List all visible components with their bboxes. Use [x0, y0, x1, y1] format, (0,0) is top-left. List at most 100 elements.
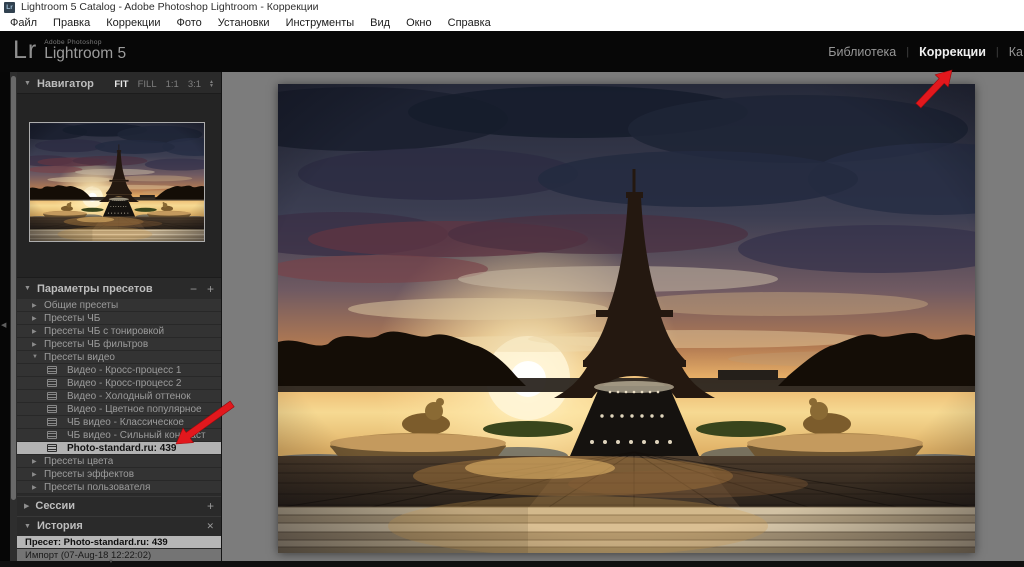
history-list: Пресет: Photo-standard.ru: 439Импорт (07… — [17, 536, 221, 562]
main-photo[interactable] — [278, 84, 975, 553]
history-panel-header[interactable]: ▼ История ✕ — [17, 516, 221, 535]
preset-label: Пресеты эффектов — [44, 469, 134, 480]
chevron-down-icon: ▼ — [24, 523, 31, 530]
history-step-row[interactable]: Импорт (07-Aug-18 12:22:02) — [17, 549, 221, 561]
preset-icon — [47, 431, 57, 439]
module-tab[interactable]: Библиотека — [828, 45, 896, 59]
preset-icon — [47, 405, 57, 413]
logo-lightroom5: Lightroom 5 — [44, 46, 126, 62]
menu-item[interactable]: Установки — [210, 15, 278, 31]
navigator-zoom-option[interactable]: 3:1 — [188, 79, 201, 90]
menu-item[interactable]: Окно — [398, 15, 440, 31]
history-title: История — [37, 520, 83, 532]
chevron-right-icon: ▶ — [32, 484, 41, 491]
module-tab[interactable]: Ка — [1009, 45, 1023, 59]
navigator-zoom-option[interactable]: FILL — [138, 79, 157, 90]
preset-label: Пресеты ЧБ — [44, 313, 100, 324]
preset-folder-row[interactable]: ▶Общие пресеты — [17, 299, 221, 312]
preset-folder-row[interactable]: ▶Пресеты ЧБ с тонировкой — [17, 325, 221, 338]
chevron-right-icon: ▶ — [32, 315, 41, 322]
scrollbar-thumb[interactable] — [11, 76, 16, 500]
preset-list: ▶Общие пресеты▶Пресеты ЧБ▶Пресеты ЧБ с т… — [17, 299, 221, 494]
left-panel-scrollbar[interactable] — [10, 72, 17, 567]
preset-label: Пресеты видео — [44, 352, 115, 363]
preset-label: Пресеты пользователя — [44, 482, 150, 493]
app-icon: Lr — [4, 2, 15, 13]
sessions-title: Сессии — [35, 500, 75, 512]
module-separator: | — [896, 46, 919, 58]
preset-item-row[interactable]: ЧБ видео - Сильный контраст — [17, 429, 221, 442]
preset-folder-row[interactable]: ▶Пресеты пользователя — [17, 481, 221, 494]
module-picker: Библиотека|Коррекции|Ка — [828, 31, 1024, 72]
lightroom-window: Lr Lightroom 5 Catalog - Adobe Photoshop… — [0, 0, 1024, 567]
module-separator: | — [986, 46, 1009, 58]
chevron-right-icon: ▶ — [32, 302, 41, 309]
add-preset-button[interactable]: + — [207, 282, 214, 296]
left-edge-strip: ◀ — [0, 72, 10, 567]
navigator-body — [17, 93, 221, 278]
presets-panel-header[interactable]: ▼ Параметры пресетов − + — [17, 279, 221, 298]
navigator-zoom-options: FIT FILL 1:1 3:1 — [105, 78, 201, 90]
identity-plate: Lr Adobe Photoshop Lightroom 5 — [13, 37, 126, 63]
sessions-panel-header[interactable]: ▶ Сессии + — [17, 496, 221, 515]
navigator-thumbnail[interactable] — [29, 122, 205, 242]
preset-label: Видео - Цветное популярное — [67, 404, 202, 415]
preset-folder-row[interactable]: ▶Пресеты ЧБ — [17, 312, 221, 325]
preset-icon — [47, 444, 57, 452]
menu-item[interactable]: Инструменты — [278, 15, 363, 31]
chevron-right-icon: ▶ — [32, 328, 41, 335]
preset-item-row[interactable]: Видео - Кросс-процесс 1 — [17, 364, 221, 377]
preset-label: Пресеты ЧБ с тонировкой — [44, 326, 164, 337]
left-panel: ▼ Навигатор FIT FILL 1:1 3:1 ▲▼ ▼ Параметры… — [17, 72, 222, 562]
navigator-panel-header[interactable]: ▼ Навигатор FITFILL1:13:1 ▲▼ — [17, 74, 221, 93]
preset-label: Видео - Холодный оттенок — [67, 391, 191, 402]
preset-label: Видео - Кросс-процесс 1 — [67, 365, 181, 376]
filmstrip-edge — [0, 561, 1024, 567]
menu-item[interactable]: Фото — [169, 15, 210, 31]
module-bar: Lr Adobe Photoshop Lightroom 5 Библиотек… — [0, 31, 1024, 72]
chevron-right-icon: ▶ — [32, 471, 41, 478]
menu-item[interactable]: Файл — [2, 15, 45, 31]
clear-history-icon[interactable]: ✕ — [206, 521, 214, 532]
chevron-down-icon: ▼ — [24, 285, 31, 292]
menu-item[interactable]: Правка — [45, 15, 98, 31]
preset-icon — [47, 392, 57, 400]
collapse-bottom-panel-icon[interactable]: ▼ — [108, 559, 114, 565]
title-bar: Lr Lightroom 5 Catalog - Adobe Photoshop… — [0, 0, 1024, 15]
menu-bar: ФайлПравкаКоррекцииФотоУстановкиИнструме… — [0, 15, 1024, 31]
lr-logo: Lr — [13, 37, 37, 63]
navigator-title: Навигатор — [37, 78, 94, 90]
preset-label: Видео - Кросс-процесс 2 — [67, 378, 181, 389]
module-tab[interactable]: Коррекции — [919, 45, 986, 59]
preset-icon — [47, 379, 57, 387]
chevron-down-icon: ▼ — [32, 354, 41, 360]
preset-item-row[interactable]: Photo-standard.ru: 439 — [17, 442, 221, 455]
collapse-left-panel-icon[interactable]: ◀ — [1, 321, 6, 329]
preset-folder-row[interactable]: ▼Пресеты видео — [17, 351, 221, 364]
preset-item-row[interactable]: Видео - Кросс-процесс 2 — [17, 377, 221, 390]
preset-item-row[interactable]: Видео - Цветное популярное — [17, 403, 221, 416]
preset-label: Пресеты ЧБ фильтров — [44, 339, 148, 350]
navigator-zoom-option[interactable]: 1:1 — [166, 79, 179, 90]
preset-item-row[interactable]: ЧБ видео - Классическое — [17, 416, 221, 429]
remove-preset-button[interactable]: − — [190, 282, 197, 296]
chevron-right-icon: ▶ — [24, 502, 29, 510]
presets-title: Параметры пресетов — [37, 283, 153, 295]
preset-label: ЧБ видео - Сильный контраст — [67, 430, 206, 441]
history-step-row[interactable]: Пресет: Photo-standard.ru: 439 — [17, 536, 221, 548]
preset-label: Общие пресеты — [44, 300, 118, 311]
preset-icon — [47, 418, 57, 426]
preset-label: Пресеты цвета — [44, 456, 113, 467]
chevron-right-icon: ▶ — [32, 458, 41, 465]
add-session-button[interactable]: + — [207, 499, 214, 513]
zoom-selector-icon[interactable]: ▲▼ — [209, 80, 214, 88]
window-title: Lightroom 5 Catalog - Adobe Photoshop Li… — [21, 0, 319, 15]
menu-item[interactable]: Вид — [362, 15, 398, 31]
preset-item-row[interactable]: Видео - Холодный оттенок — [17, 390, 221, 403]
preset-folder-row[interactable]: ▶Пресеты ЧБ фильтров — [17, 338, 221, 351]
navigator-zoom-option[interactable]: FIT — [114, 79, 128, 90]
menu-item[interactable]: Справка — [440, 15, 499, 31]
preset-folder-row[interactable]: ▶Пресеты цвета — [17, 455, 221, 468]
menu-item[interactable]: Коррекции — [98, 15, 168, 31]
preset-folder-row[interactable]: ▶Пресеты эффектов — [17, 468, 221, 481]
